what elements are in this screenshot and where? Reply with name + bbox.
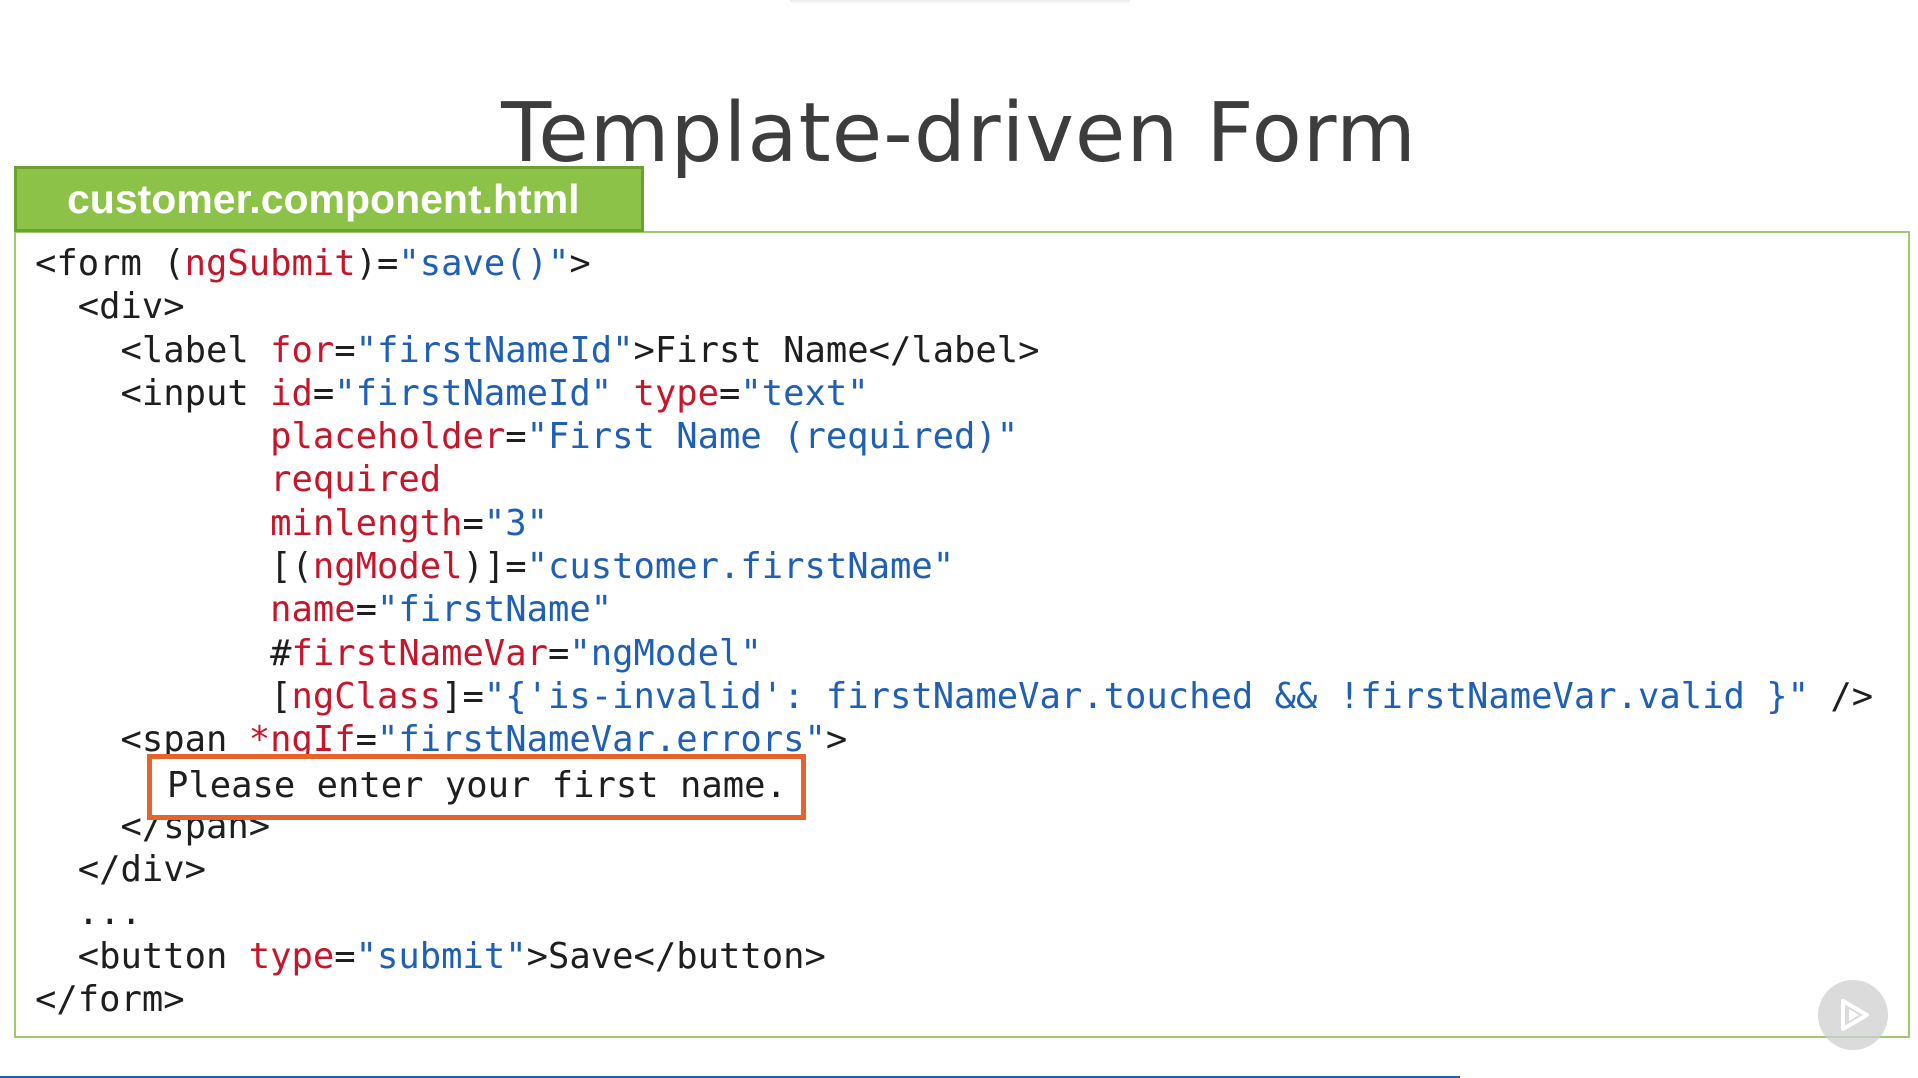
code-token-tag: # (35, 632, 292, 674)
code-token-attr: ngSubmit (184, 243, 356, 284)
code-token-val: "{'is-invalid': firstNameVar.touched && … (483, 675, 1809, 717)
code-line: <div> (35, 285, 1873, 328)
code-token-tag (35, 416, 270, 457)
code-token-tag: = (334, 329, 356, 371)
code-line: <input id="firstNameId" type="text" (35, 372, 1873, 415)
code-line: #firstNameVar="ngModel" (35, 632, 1873, 675)
code-token-tag: = (505, 416, 527, 458)
code-token-attr: placeholder (270, 416, 506, 458)
filename-tab: customer.component.html (14, 166, 644, 232)
code-token-tag: ]= (441, 675, 484, 717)
code-token-tag: = (718, 372, 741, 414)
code-token-tag: </div> (35, 849, 206, 891)
code-token-tag: > (569, 243, 591, 284)
code-line: name="firstName" (35, 588, 1873, 631)
code-line: <button type="submit">Save</button> (35, 935, 1873, 978)
code-token-val: "customer.firstName" (526, 546, 955, 588)
code-token-attr: required (270, 459, 442, 501)
code-token-tag: [( (35, 546, 313, 588)
code-token-val: "save()" (398, 243, 570, 284)
code-token-tag: )]= (462, 546, 527, 588)
code-token-val: "ngModel" (569, 632, 762, 674)
code-token-attr: firstNameVar (291, 632, 548, 674)
code-token-val: "submit" (355, 935, 527, 977)
code-line: <form (ngSubmit)="save()"> (35, 242, 1873, 285)
code-token-attr: type (633, 372, 719, 414)
code-line: [(ngModel)]="customer.firstName" (35, 545, 1873, 588)
code-token-tag: <form (35, 243, 164, 284)
code-token-tag: <label (35, 329, 271, 371)
code-token-tag: = (312, 372, 335, 414)
highlighted-error-message: Please enter your first name. (147, 754, 806, 820)
code-token-val: "firstNameId" (355, 329, 634, 371)
code-token-tag: ( (163, 243, 185, 284)
code-token-val: "firstNameId" (334, 372, 613, 414)
code-token-tag: = (355, 589, 377, 631)
code-token-attr: id (270, 372, 313, 414)
code-line: minlength="3" (35, 502, 1873, 545)
code-line: [ngClass]="{'is-invalid': firstNameVar.t… (35, 675, 1873, 718)
play-button[interactable] (1818, 980, 1888, 1050)
code-line: required (35, 458, 1873, 501)
play-icon (1841, 999, 1869, 1031)
code-token-tag: = (334, 935, 356, 977)
code-token-tag: > (825, 719, 848, 761)
code-line: </div> (35, 848, 1873, 891)
code-token-attr: ngModel (312, 546, 463, 588)
code-token-tag: ... (35, 892, 142, 934)
top-shadow (790, 0, 1130, 4)
code-token-tag: )= (355, 243, 399, 284)
code-token-attr: name (270, 589, 356, 631)
code-token-tag (35, 503, 270, 544)
code-block: <form (ngSubmit)="save()"> <div> <label … (35, 242, 1873, 1021)
code-token-tag (35, 459, 270, 500)
code-token-tag: <button (35, 935, 249, 977)
code-token-tag: /> (1808, 675, 1874, 717)
code-line: placeholder="First Name (required)" (35, 415, 1873, 458)
code-token-tag: >Save</button> (526, 935, 826, 977)
code-token-attr: for (270, 329, 335, 371)
code-token-tag (612, 373, 633, 414)
code-token-tag: </form> (35, 979, 185, 1021)
code-token-tag: = (547, 632, 570, 674)
code-token-tag: <input (35, 372, 271, 414)
code-token-tag: = (462, 502, 484, 544)
code-line: </form> (35, 978, 1873, 1021)
code-token-val: "3" (483, 502, 548, 544)
code-token-val: "First Name (required)" (526, 416, 1019, 458)
code-token-tag (35, 589, 270, 630)
code-token-attr: type (248, 935, 335, 977)
code-line: ... (35, 891, 1873, 934)
code-token-attr: minlength (270, 502, 463, 544)
code-token-attr: ngClass (291, 675, 442, 717)
code-token-tag: >First Name</label> (633, 329, 1040, 371)
code-token-tag: <div> (35, 286, 185, 328)
code-token-tag: [ (35, 675, 292, 717)
code-line: <label for="firstNameId">First Name</lab… (35, 329, 1873, 372)
code-token-val: "firstName" (376, 589, 613, 631)
code-token-val: "text" (740, 372, 869, 414)
